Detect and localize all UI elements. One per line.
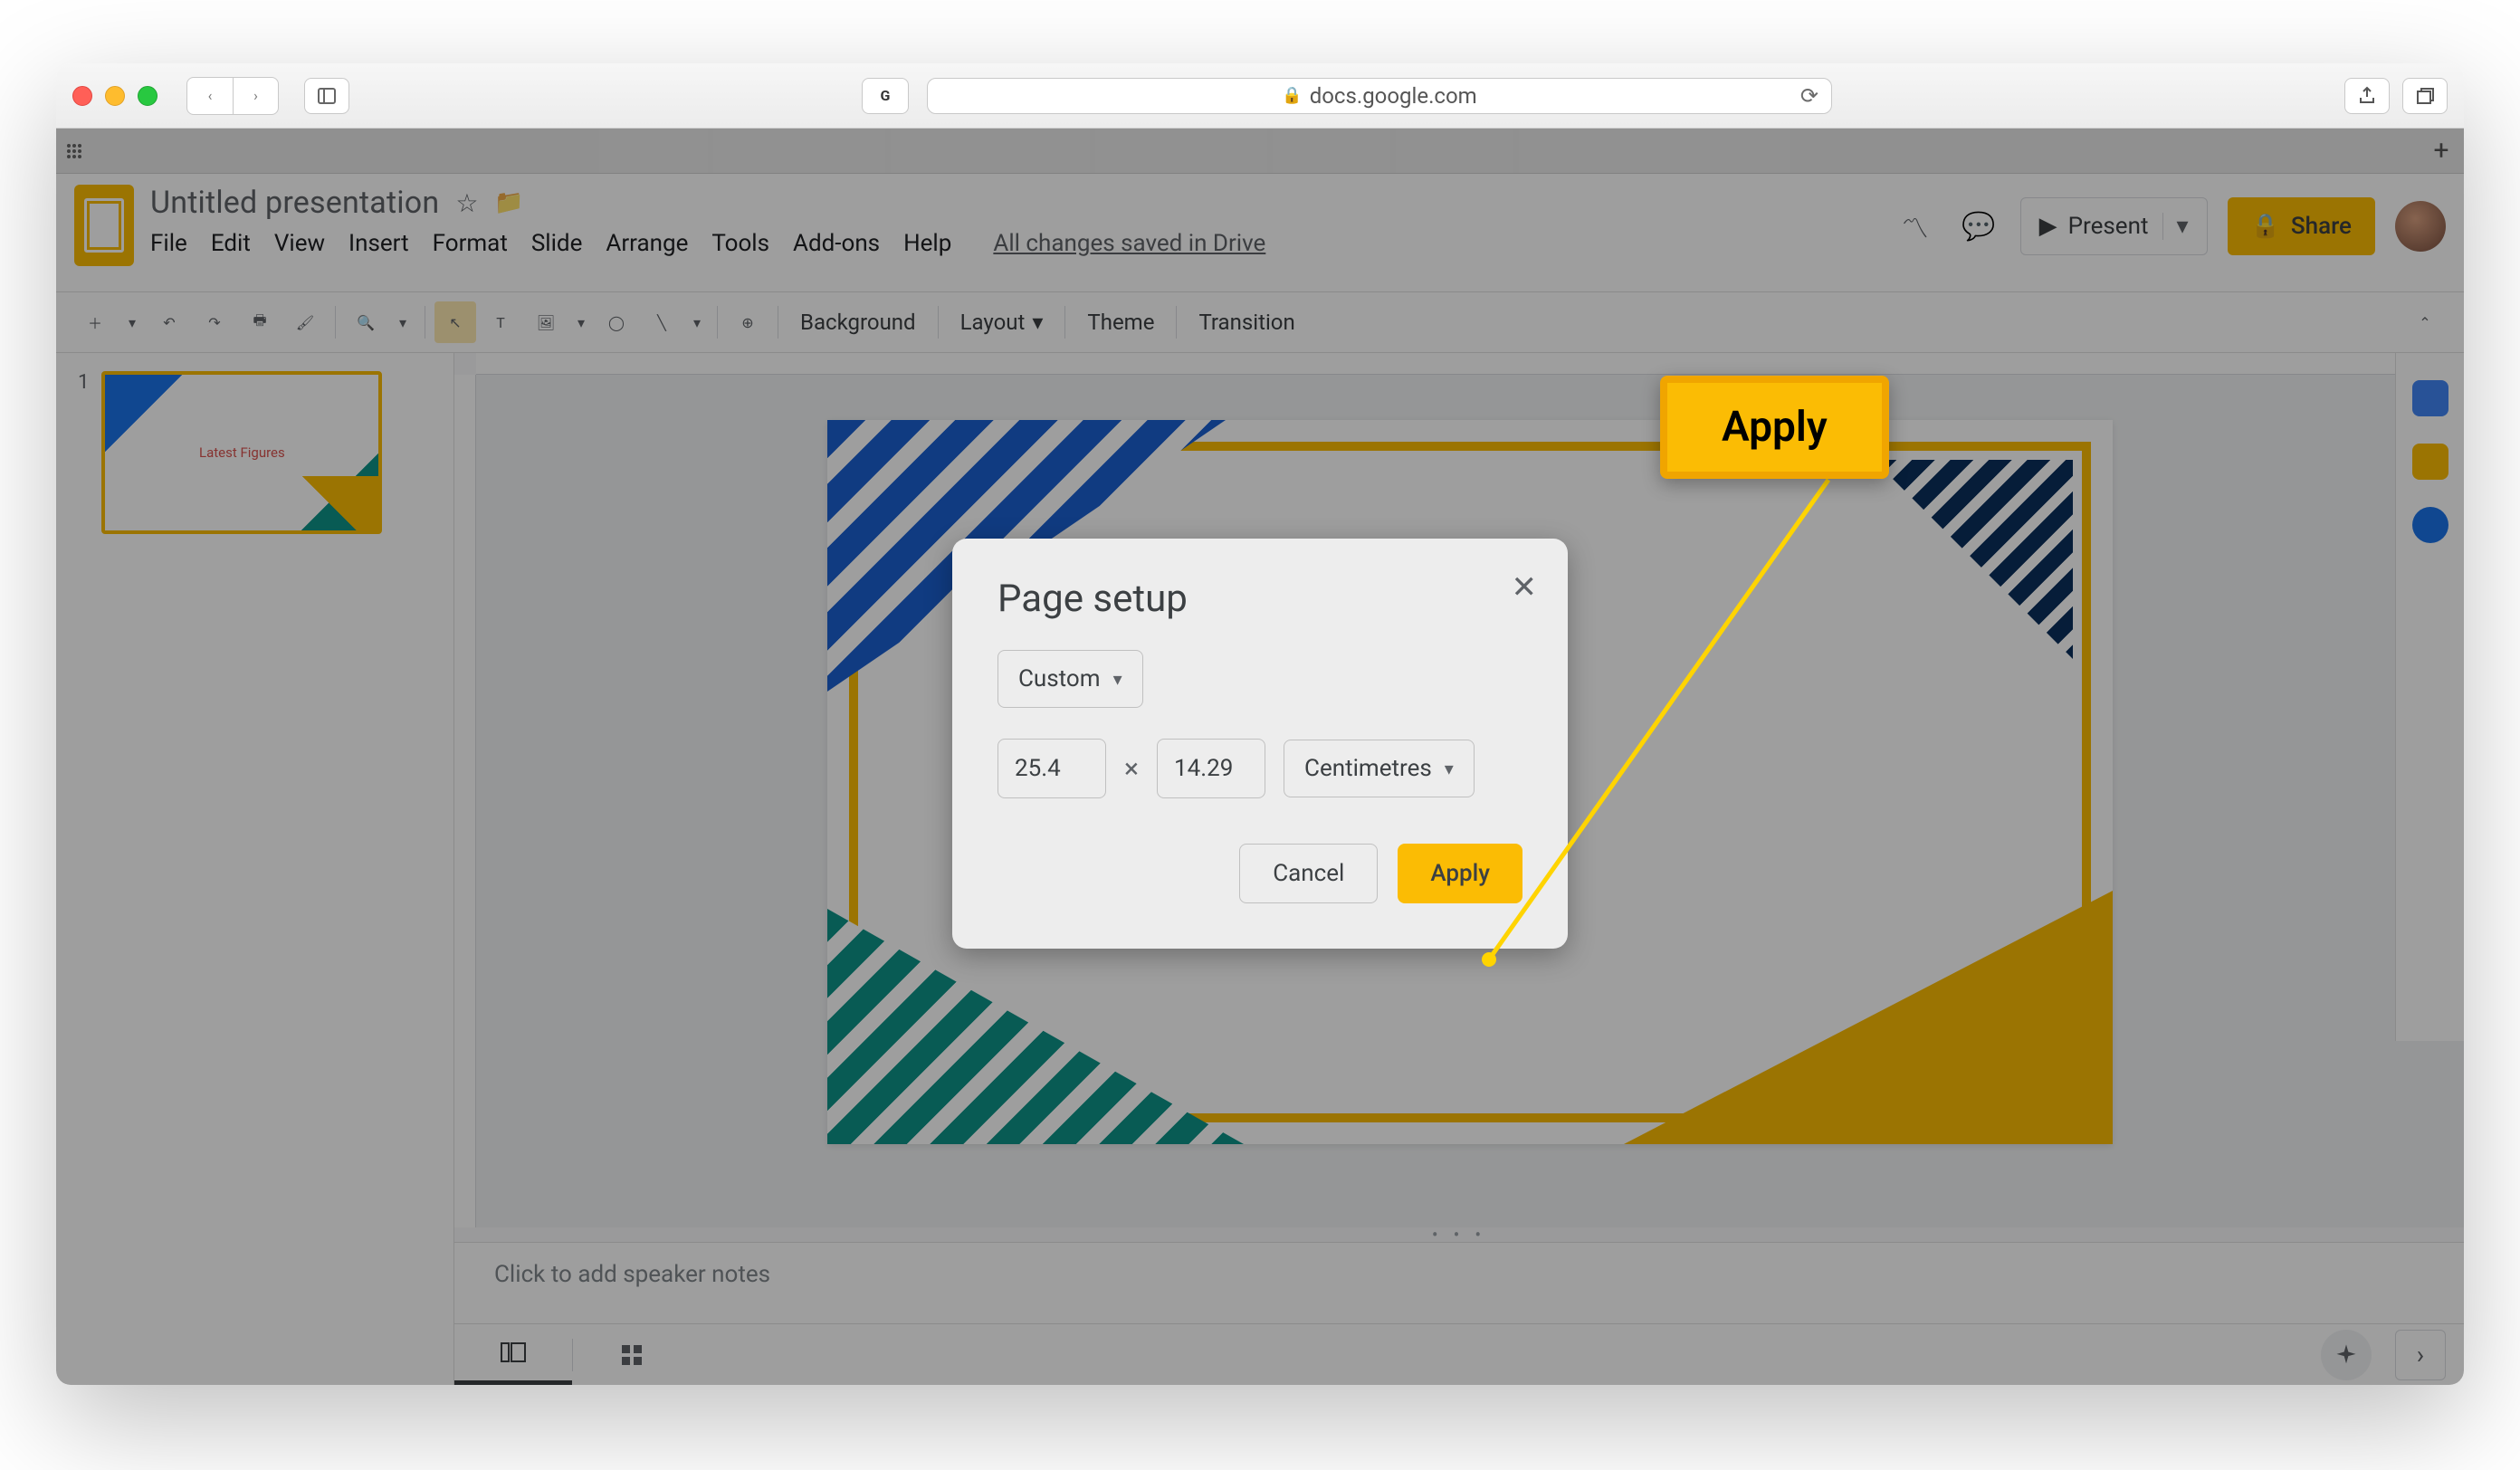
cancel-button[interactable]: Cancel: [1239, 844, 1378, 903]
width-input[interactable]: [998, 739, 1106, 798]
sidebar-toggle-button[interactable]: [304, 78, 349, 114]
extension-button[interactable]: G: [862, 78, 909, 114]
preset-value: Custom: [1018, 665, 1101, 692]
sidebar-icon: [316, 85, 338, 107]
browser-window: ‹ › G 🔒 docs.google.com ⟳: [56, 63, 2464, 1385]
times-icon: ×: [1124, 753, 1139, 785]
dialog-title: Page setup: [998, 577, 1522, 621]
share-browser-button[interactable]: [2344, 78, 2390, 114]
units-dropdown[interactable]: Centimetres ▾: [1284, 740, 1475, 797]
window-controls: [72, 86, 158, 106]
reload-icon[interactable]: ⟳: [1800, 83, 1818, 109]
forward-button[interactable]: ›: [233, 78, 278, 114]
lock-icon: 🔒: [1282, 86, 1302, 105]
close-window-button[interactable]: [72, 86, 92, 106]
callout-annotation: Apply: [1660, 376, 1889, 479]
apply-button[interactable]: Apply: [1398, 844, 1522, 903]
preset-dropdown[interactable]: Custom ▾: [998, 650, 1143, 708]
tabs-icon: [2414, 85, 2436, 107]
chevron-down-icon: ▾: [1445, 758, 1454, 779]
units-value: Centimetres: [1304, 755, 1432, 782]
url-text: docs.google.com: [1310, 83, 1477, 109]
chevron-down-icon: ▾: [1113, 668, 1122, 690]
height-input[interactable]: [1157, 739, 1265, 798]
callout-label: Apply: [1660, 376, 1889, 479]
browser-right-controls: [2344, 78, 2448, 114]
maximize-window-button[interactable]: [138, 86, 158, 106]
tabs-button[interactable]: [2402, 78, 2448, 114]
browser-toolbar: ‹ › G 🔒 docs.google.com ⟳: [56, 63, 2464, 129]
dialog-buttons: Cancel Apply: [998, 844, 1522, 903]
dialog-close-button[interactable]: ✕: [1512, 569, 1538, 606]
dimensions-row: × Centimetres ▾: [998, 739, 1522, 798]
nav-buttons: ‹ ›: [186, 77, 279, 115]
minimize-window-button[interactable]: [105, 86, 125, 106]
address-bar[interactable]: 🔒 docs.google.com ⟳: [927, 78, 1832, 114]
share-icon: [2356, 85, 2378, 107]
page-setup-dialog: Page setup ✕ Custom ▾ × Centimetres ▾ Ca…: [952, 539, 1568, 949]
back-button[interactable]: ‹: [187, 78, 233, 114]
